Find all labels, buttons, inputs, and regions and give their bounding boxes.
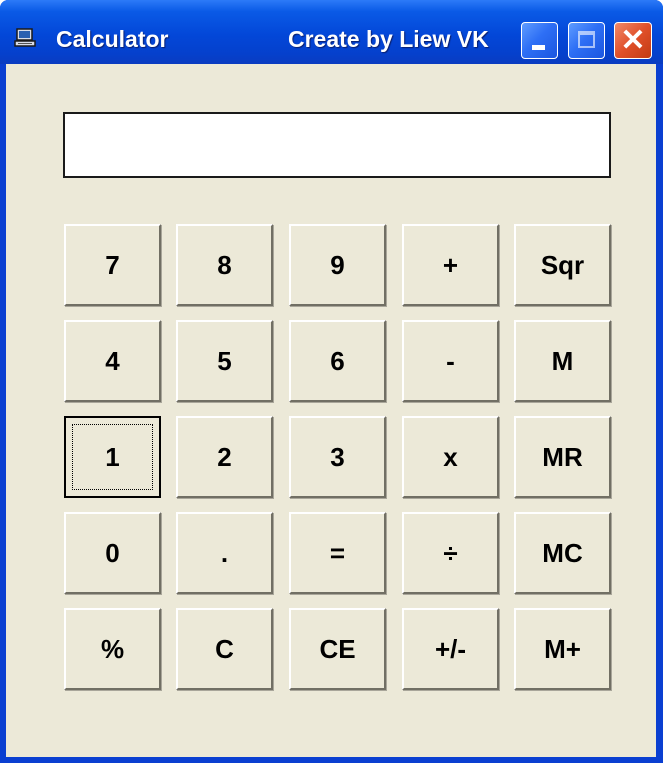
key-memory-add[interactable]: M+ xyxy=(514,608,611,690)
key-5[interactable]: 5 xyxy=(176,320,273,402)
author-credit: Create by Liew VK xyxy=(288,26,489,52)
key-sqrt[interactable]: Sqr xyxy=(514,224,611,306)
key-divide[interactable]: ÷ xyxy=(402,512,499,594)
key-add[interactable]: + xyxy=(402,224,499,306)
calculator-body: 7 8 9 + Sqr 4 5 6 - M 1 2 3 x MR 0 . = ÷ xyxy=(6,64,656,757)
key-1[interactable]: 1 xyxy=(64,416,161,498)
key-subtract[interactable]: - xyxy=(402,320,499,402)
calculator-window: Calculator Create by Liew VK ✕ 7 8 9 + S… xyxy=(0,0,663,763)
title-bar[interactable]: Calculator Create by Liew VK ✕ xyxy=(0,0,663,64)
key-multiply[interactable]: x xyxy=(402,416,499,498)
maximize-icon xyxy=(578,31,595,48)
focus-ring xyxy=(72,424,153,490)
close-icon: ✕ xyxy=(620,24,646,57)
minimize-button[interactable] xyxy=(521,22,558,59)
key-4[interactable]: 4 xyxy=(64,320,161,402)
key-memory-recall[interactable]: MR xyxy=(514,416,611,498)
key-decimal[interactable]: . xyxy=(176,512,273,594)
key-memory[interactable]: M xyxy=(514,320,611,402)
key-memory-clear[interactable]: MC xyxy=(514,512,611,594)
key-clear-entry[interactable]: CE xyxy=(289,608,386,690)
display-field[interactable] xyxy=(63,112,611,178)
key-6[interactable]: 6 xyxy=(289,320,386,402)
close-button[interactable]: ✕ xyxy=(614,22,652,59)
key-9[interactable]: 9 xyxy=(289,224,386,306)
key-percent[interactable]: % xyxy=(64,608,161,690)
key-3[interactable]: 3 xyxy=(289,416,386,498)
key-negate[interactable]: +/- xyxy=(402,608,499,690)
key-7[interactable]: 7 xyxy=(64,224,161,306)
key-8[interactable]: 8 xyxy=(176,224,273,306)
window-title: Calculator xyxy=(56,26,169,52)
key-clear[interactable]: C xyxy=(176,608,273,690)
computer-icon xyxy=(14,28,36,48)
minimize-icon xyxy=(532,45,545,50)
key-equals[interactable]: = xyxy=(289,512,386,594)
key-2[interactable]: 2 xyxy=(176,416,273,498)
key-0[interactable]: 0 xyxy=(64,512,161,594)
maximize-button[interactable] xyxy=(568,22,605,59)
